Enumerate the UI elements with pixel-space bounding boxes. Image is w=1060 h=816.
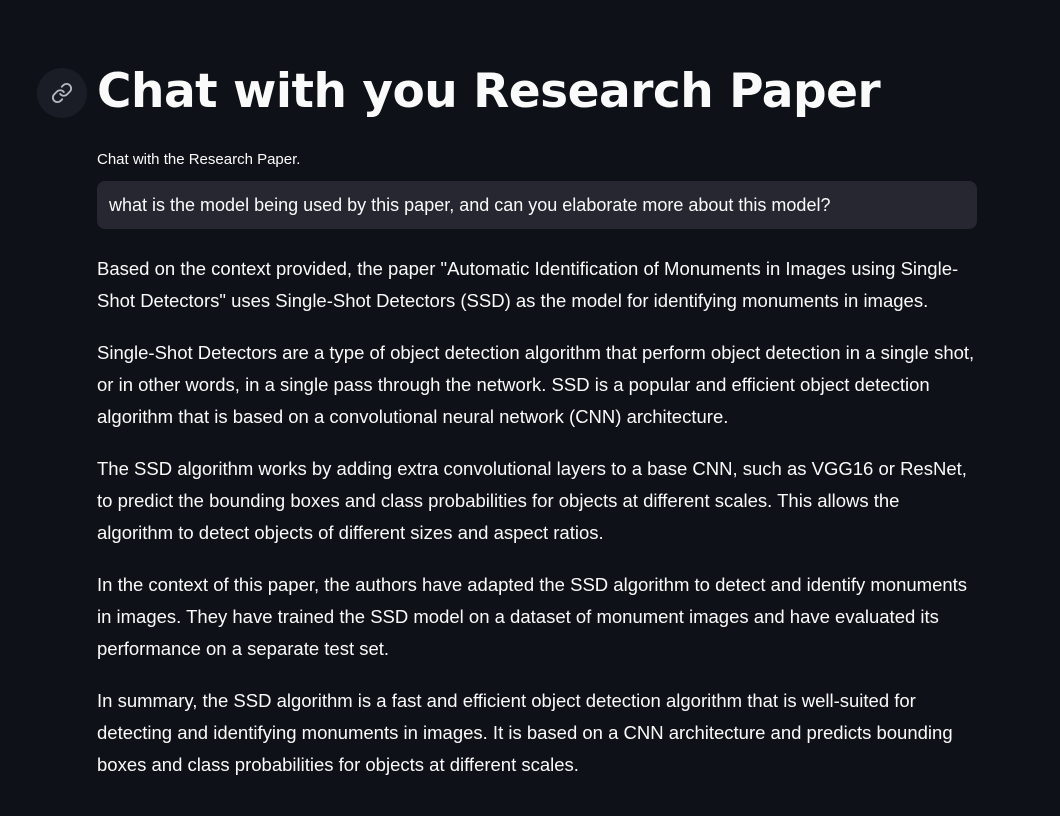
answer-paragraph: Based on the context provided, the paper… bbox=[97, 258, 959, 311]
link-icon bbox=[51, 82, 73, 104]
answer-paragraph: Single-Shot Detectors are a type of obje… bbox=[97, 342, 975, 427]
answer-paragraph: In the context of this paper, the author… bbox=[97, 574, 968, 659]
app-page: Chat with you Research Paper Chat with t… bbox=[0, 0, 1060, 816]
answer-text: Based on the context provided, the paper… bbox=[97, 253, 979, 801]
chat-input-field[interactable] bbox=[97, 181, 977, 229]
header-anchor-link-button[interactable] bbox=[37, 68, 87, 118]
answer-paragraph: In summary, the SSD algorithm is a fast … bbox=[97, 690, 953, 775]
answer-paragraph: The SSD algorithm works by adding extra … bbox=[97, 458, 967, 543]
page-title: Chat with you Research Paper bbox=[97, 64, 881, 119]
chat-input-label: Chat with the Research Paper. bbox=[97, 151, 301, 168]
